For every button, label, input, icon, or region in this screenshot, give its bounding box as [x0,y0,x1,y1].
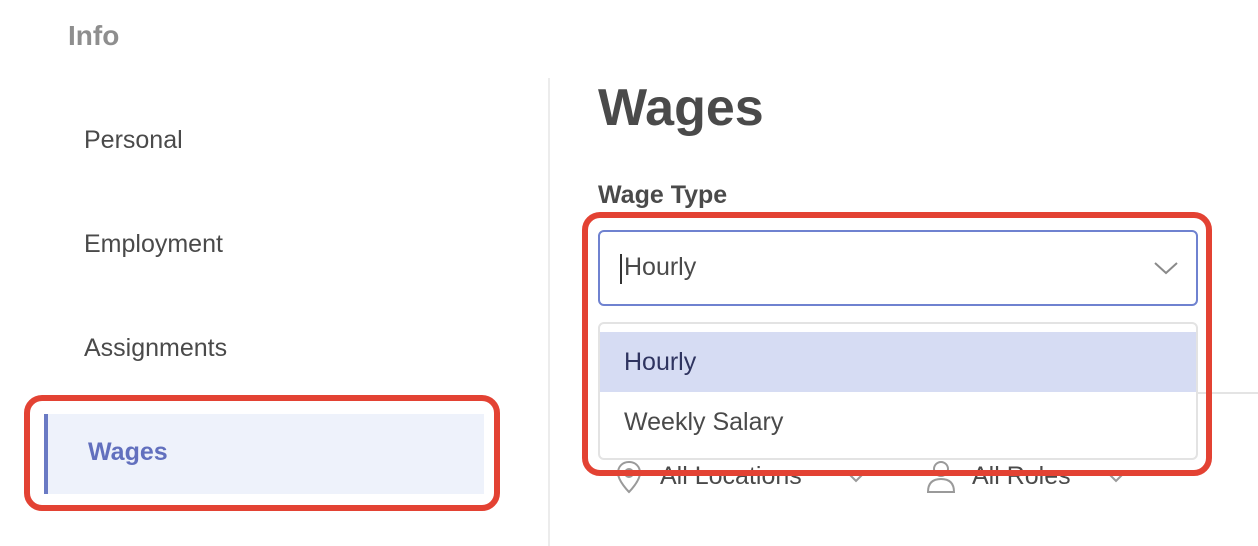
sidebar-item-label: Wages [88,438,168,466]
location-pin-icon [616,460,642,494]
person-icon [926,461,956,493]
sidebar-item-assignments[interactable]: Assignments [84,334,227,363]
chevron-down-icon [1107,472,1125,483]
wage-type-options: Hourly Weekly Salary [598,322,1198,460]
sidebar-item-wages[interactable]: Wages [44,414,484,494]
section-divider [1198,392,1258,394]
sidebar-item-personal[interactable]: Personal [84,126,183,155]
locations-filter-label: All Locations [660,462,802,490]
option-hourly[interactable]: Hourly [600,332,1196,392]
chevron-down-icon [847,472,865,483]
sidebar-divider [548,78,550,546]
wage-type-select[interactable]: Hourly [598,230,1198,306]
text-cursor [620,254,622,284]
option-weekly-salary[interactable]: Weekly Salary [600,392,1196,452]
info-heading: Info [68,20,120,51]
wage-type-value: Hourly [624,253,697,281]
roles-filter-label: All Roles [972,462,1071,490]
wage-type-label: Wage Type [598,181,728,209]
page-title: Wages [598,79,764,137]
sidebar-item-employment[interactable]: Employment [84,230,223,259]
chevron-down-icon [1154,262,1178,275]
